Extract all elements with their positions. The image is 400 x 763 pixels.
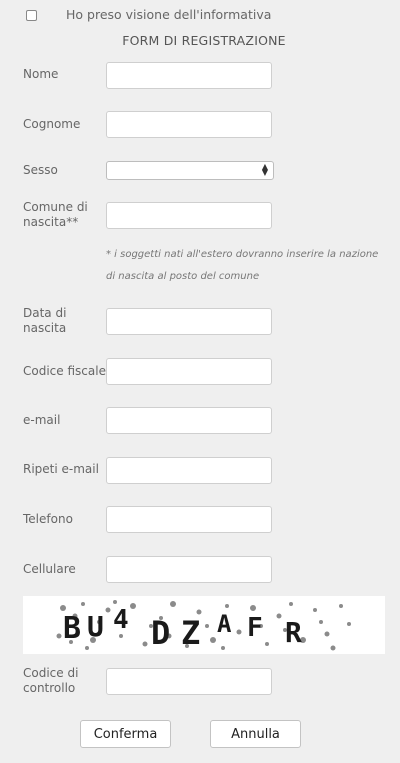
comune-note: * i soggetti nati all'estero dovranno in…	[106, 249, 379, 282]
data-nascita-label: Data di nascita	[23, 306, 67, 335]
comune-label: Comune di nascita**	[23, 200, 88, 229]
captcha-char: U	[87, 610, 104, 643]
captcha-char: A	[217, 610, 232, 638]
captcha-char: D	[151, 614, 170, 652]
form-title: FORM DI REGISTRAZIONE	[122, 33, 286, 48]
nome-input[interactable]	[106, 62, 272, 89]
sesso-select[interactable]: ▲ ▼	[106, 161, 274, 180]
telefono-input[interactable]	[106, 506, 272, 533]
telefono-label: Telefono	[23, 512, 73, 526]
captcha-char: R	[285, 616, 302, 649]
ripeti-email-label: Ripeti e-mail	[23, 462, 99, 476]
email-label: e-mail	[23, 413, 61, 427]
consent-checkbox[interactable]	[26, 10, 37, 21]
cognome-label: Cognome	[23, 117, 81, 131]
select-arrows-icon: ▲ ▼	[261, 162, 268, 177]
cellulare-label: Cellulare	[23, 562, 76, 576]
codice-controllo-input[interactable]	[106, 668, 272, 695]
cellulare-input[interactable]	[106, 556, 272, 583]
cognome-input[interactable]	[106, 111, 272, 138]
email-input[interactable]	[106, 407, 272, 434]
captcha-char: F	[247, 613, 263, 643]
captcha-image: B U 4 D Z A F R	[23, 596, 385, 654]
sesso-label: Sesso	[23, 163, 58, 177]
captcha-char: 4	[113, 605, 129, 635]
data-nascita-input[interactable]	[106, 308, 272, 335]
consent-label: Ho preso visione dell'informativa	[66, 7, 272, 22]
nome-label: Nome	[23, 67, 59, 81]
codice-fiscale-input[interactable]	[106, 358, 272, 385]
comune-input[interactable]	[106, 202, 272, 229]
confirm-button[interactable]: Conferma	[80, 720, 171, 748]
captcha-char: Z	[181, 614, 200, 652]
ripeti-email-input[interactable]	[106, 457, 272, 484]
captcha-char: B	[63, 611, 81, 646]
cancel-button[interactable]: Annulla	[210, 720, 301, 748]
codice-fiscale-label: Codice fiscale	[23, 364, 106, 378]
codice-controllo-label: Codice di controllo	[23, 666, 79, 695]
